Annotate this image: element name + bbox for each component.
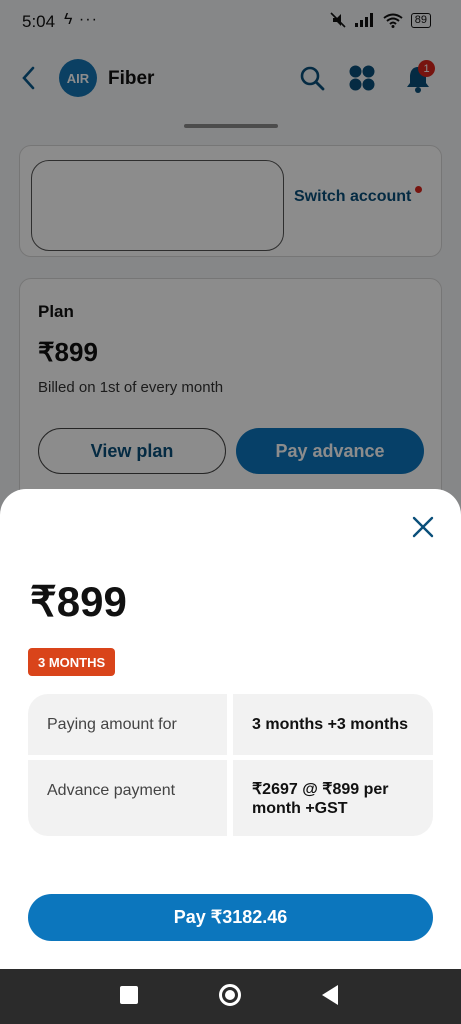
system-back-icon[interactable] (322, 985, 338, 1005)
detail-row: Advance payment ₹2697 @ ₹899 per month +… (28, 760, 433, 836)
pay-button[interactable]: Pay ₹3182.46 (28, 894, 433, 941)
detail-label: Paying amount for (28, 694, 227, 755)
detail-row: Paying amount for 3 months +3 months (28, 694, 433, 755)
payment-details: Paying amount for 3 months +3 months Adv… (28, 694, 433, 836)
duration-badge: 3 MONTHS (28, 648, 116, 676)
pay-advance-sheet: ₹899 3 MONTHS Paying amount for 3 months… (0, 489, 461, 969)
recents-icon[interactable] (120, 986, 138, 1004)
close-icon[interactable] (410, 514, 436, 540)
detail-label: Advance payment (28, 760, 227, 836)
detail-value: 3 months +3 months (233, 694, 433, 755)
detail-value: ₹2697 @ ₹899 per month +GST (233, 760, 433, 836)
system-nav-bar (0, 969, 461, 1024)
home-icon[interactable] (219, 984, 241, 1006)
sheet-price: ₹899 (30, 578, 127, 625)
